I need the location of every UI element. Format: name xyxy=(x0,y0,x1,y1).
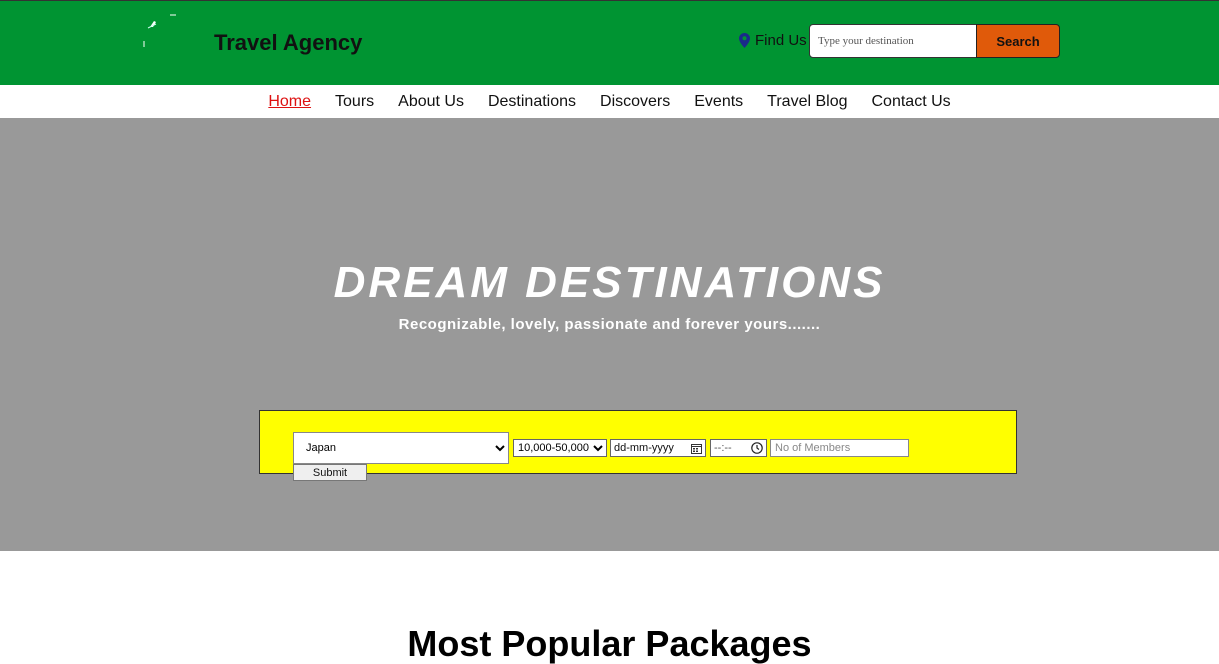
destination-search-input[interactable] xyxy=(809,24,977,58)
nav-item-home[interactable]: Home xyxy=(268,93,311,111)
logo[interactable] xyxy=(140,13,180,53)
calendar-icon[interactable] xyxy=(691,443,702,454)
brand-name[interactable]: Travel Agency xyxy=(214,30,362,56)
hero-title: DREAM DESTINATIONS xyxy=(333,258,886,307)
budget-select[interactable]: 10,000-50,000 xyxy=(513,439,607,457)
map-pin-icon xyxy=(739,33,750,48)
nav-item-destinations[interactable]: Destinations xyxy=(488,93,576,111)
nav-item-contact-us[interactable]: Contact Us xyxy=(872,93,951,111)
main-nav: Home Tours About Us Destinations Discove… xyxy=(0,85,1219,118)
nav-item-tours[interactable]: Tours xyxy=(335,93,374,111)
date-placeholder: dd-mm-yyyy xyxy=(614,442,674,454)
search-button[interactable]: Search xyxy=(976,24,1060,58)
nav-item-events[interactable]: Events xyxy=(694,93,743,111)
members-input[interactable] xyxy=(770,439,909,457)
date-input[interactable]: dd-mm-yyyy xyxy=(610,439,706,457)
time-placeholder: --:-- xyxy=(714,442,732,454)
nav-item-travel-blog[interactable]: Travel Blog xyxy=(767,93,847,111)
nav-item-discovers[interactable]: Discovers xyxy=(600,93,670,111)
find-us-link[interactable]: Find Us xyxy=(739,32,807,49)
hero-banner: DREAM DESTINATIONS Recognizable, lovely,… xyxy=(0,118,1219,551)
clock-icon[interactable] xyxy=(751,442,763,454)
top-header: Travel Agency Find Us Search xyxy=(0,0,1219,85)
airplane-logo-icon xyxy=(143,14,176,47)
nav-item-about-us[interactable]: About Us xyxy=(398,93,464,111)
hero-subtitle: Recognizable, lovely, passionate and for… xyxy=(398,316,821,333)
time-input[interactable]: --:-- xyxy=(710,439,767,457)
submit-button[interactable]: Submit xyxy=(293,464,367,481)
section-title-popular-packages: Most Popular Packages xyxy=(407,622,812,664)
destination-select[interactable]: Japan xyxy=(293,432,509,464)
find-us-label: Find Us xyxy=(755,32,807,49)
booking-form: Japan 10,000-50,000 dd-mm-yyyy --:-- S xyxy=(259,410,1017,481)
